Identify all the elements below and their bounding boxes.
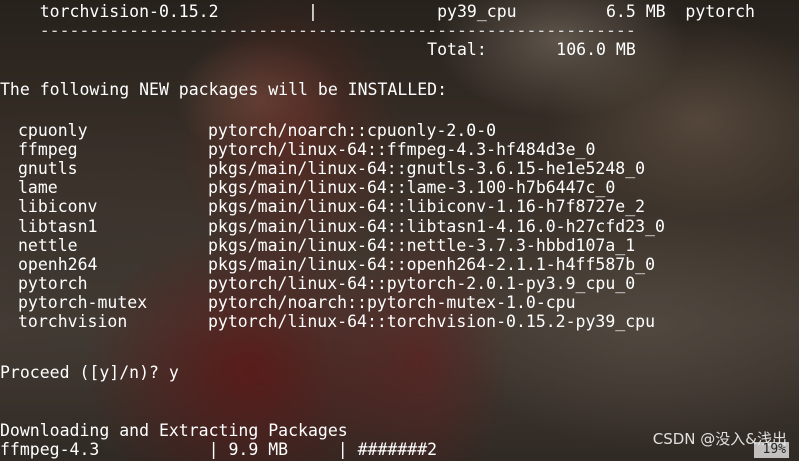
package-name: pytorch-mutex	[18, 292, 148, 312]
progress-percent: 19%	[754, 442, 789, 458]
package-name: cpuonly	[18, 121, 88, 140]
package-spec: pkgs/main/linux-64::libtasn1-4.16.0-h27c…	[208, 216, 665, 236]
package-row: torchvision pytorch/linux-64::torchvision…	[18, 312, 655, 331]
package-row: cpuonly pytorch/noarch::cpuonly-2.0-0	[18, 121, 496, 140]
proceed-prompt[interactable]: Proceed ([y]/n)? y	[0, 363, 179, 382]
package-row: libtasn1 pkgs/main/linux-64::libtasn1-4.1…	[18, 217, 665, 236]
package-spec: pytorch/linux-64::ffmpeg-4.3-hf484d3e_0	[208, 140, 596, 160]
package-row: libiconv pkgs/main/linux-64::libiconv-1.1…	[18, 197, 645, 216]
total-size-row: Total: 106.0 MB	[0, 40, 636, 59]
new-packages-heading: The following NEW packages will be INSTA…	[0, 80, 448, 99]
package-spec: pytorch/linux-64::torchvision-0.15.2-py3…	[208, 312, 656, 331]
package-name: pytorch	[18, 273, 88, 293]
package-name: torchvision	[18, 312, 128, 331]
terminal-window[interactable]: torchvision-0.15.2 | py39_cpu 6.5 MB pyt…	[0, 0, 799, 461]
package-spec: pytorch/noarch::cpuonly-2.0-0	[208, 121, 497, 140]
package-spec: pkgs/main/linux-64::openh264-2.1.1-h4ff5…	[208, 254, 656, 274]
package-row: pytorch pytorch/linux-64::pytorch-2.0.1-p…	[18, 274, 635, 293]
package-row: ffmpeg pytorch/linux-64::ffmpeg-4.3-hf484…	[18, 140, 595, 159]
package-spec: pkgs/main/linux-64::libiconv-1.16-h7f872…	[208, 197, 646, 217]
package-name: nettle	[18, 235, 78, 255]
package-spec: pkgs/main/linux-64::lame-3.100-h7b6447c_…	[208, 178, 616, 198]
package-spec: pytorch/linux-64::pytorch-2.0.1-py3.9_cp…	[208, 273, 636, 293]
package-row: lame pkgs/main/linux-64::lame-3.100-h7b64…	[18, 178, 615, 197]
package-spec: pkgs/main/linux-64::nettle-3.7.3-hbbd107…	[208, 235, 636, 255]
package-name: ffmpeg	[18, 140, 78, 160]
package-spec: pytorch/noarch::pytorch-mutex-1.0-cpu	[208, 292, 576, 312]
package-name: lame	[18, 178, 58, 198]
package-row: pytorch-mutex pytorch/noarch::pytorch-mut…	[18, 293, 576, 312]
package-spec: pkgs/main/linux-64::gnutls-3.6.15-he1e52…	[208, 159, 646, 179]
package-name: gnutls	[18, 159, 78, 179]
package-name: libtasn1	[18, 216, 98, 236]
package-row: gnutls pkgs/main/linux-64::gnutls-3.6.15-…	[18, 159, 645, 178]
package-name: openh264	[18, 254, 98, 274]
package-size-row: torchvision-0.15.2 | py39_cpu 6.5 MB pyt…	[0, 2, 755, 21]
download-progress-row: ffmpeg-4.3 | 9.9 MB | #######2	[0, 440, 438, 459]
package-row: nettle pkgs/main/linux-64::nettle-3.7.3-h…	[18, 236, 635, 255]
package-row: openh264 pkgs/main/linux-64::openh264-2.1…	[18, 255, 655, 274]
downloading-heading: Downloading and Extracting Packages	[0, 421, 348, 440]
package-name: libiconv	[18, 197, 98, 217]
separator-line: ----------------------------------------…	[0, 21, 636, 40]
